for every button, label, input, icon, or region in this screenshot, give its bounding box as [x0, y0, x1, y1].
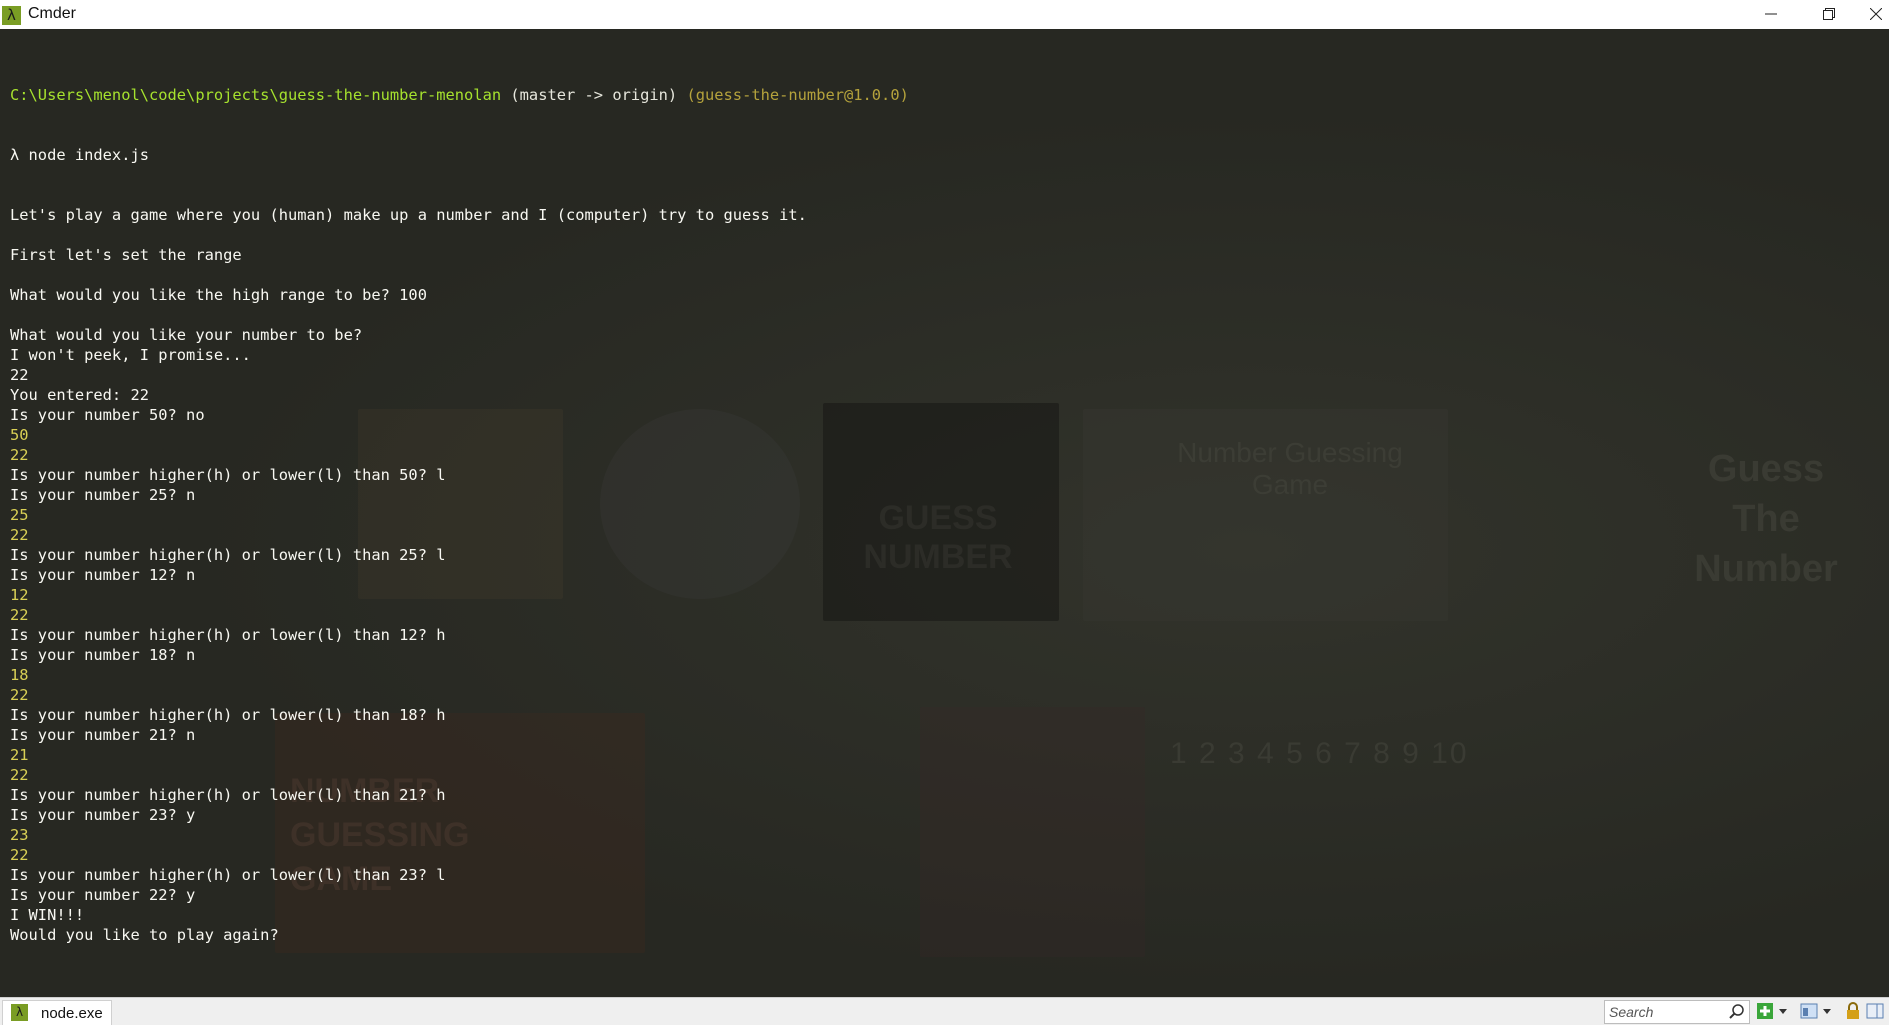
console-line: 21 — [10, 746, 29, 764]
tab-label: node.exe — [41, 1005, 103, 1022]
console-line: Is your number 23? y — [10, 806, 196, 824]
search-icon[interactable] — [1729, 1004, 1745, 1020]
background-text: 1 2 3 4 5 6 7 8 9 10 — [1170, 737, 1469, 770]
console-line: 22 — [10, 366, 29, 384]
console-line: 22 — [10, 686, 29, 704]
restore-icon — [1823, 8, 1835, 20]
layout-icon[interactable] — [1800, 1002, 1818, 1020]
console-line: Is your number 21? n — [10, 726, 196, 744]
lock-icon[interactable] — [1844, 1002, 1862, 1020]
console-line: Is your number 25? n — [10, 486, 196, 504]
console-line: You entered: 22 — [10, 386, 149, 404]
chevron-down-icon[interactable] — [1822, 1002, 1832, 1020]
console-line: Is your number higher(h) or lower(l) tha… — [10, 786, 446, 804]
console-line: Is your number 12? n — [10, 566, 196, 584]
console-tab[interactable]: λ node.exe — [2, 1000, 112, 1025]
prompt-branch: (master -> origin) — [510, 86, 678, 104]
console-line: 22 — [10, 446, 29, 464]
console-line: 25 — [10, 506, 29, 524]
restore-button[interactable] — [1800, 0, 1858, 29]
new-console-icon[interactable] — [1756, 1002, 1774, 1020]
command-line: λ node index.js — [10, 146, 149, 164]
console-line: 22 — [10, 526, 29, 544]
console-line: Is your number 22? y — [10, 886, 196, 904]
console-line: Is your number 18? n — [10, 646, 196, 664]
minimize-button[interactable] — [1742, 0, 1800, 29]
console-line: Is your number 50? no — [10, 406, 205, 424]
program-output: Let's play a game where you (human) make… — [10, 205, 909, 945]
minimize-icon — [1765, 13, 1777, 15]
console-line: Is your number higher(h) or lower(l) tha… — [10, 546, 446, 564]
prompt-path: C:\Users\menol\code\projects\guess-the-n… — [10, 86, 502, 104]
search-input[interactable] — [1609, 1002, 1721, 1021]
background-text: Number Guessing Game — [1177, 437, 1403, 500]
prompt-line: C:\Users\menol\code\projects\guess-the-n… — [10, 85, 909, 105]
close-icon — [1870, 8, 1882, 20]
console-line: 22 — [10, 606, 29, 624]
console-line: I WIN!!! — [10, 906, 85, 924]
console-line: First let's set the range — [10, 246, 242, 264]
console-area[interactable]: Guess The Number Number Guessing Game GU… — [0, 29, 1889, 997]
prompt-package: (guess-the-number@1.0.0) — [686, 86, 909, 104]
cmder-logo-icon: λ — [2, 6, 21, 25]
console-line: Is your number higher(h) or lower(l) tha… — [10, 626, 446, 644]
panel-icon[interactable] — [1866, 1002, 1884, 1020]
console-line: 22 — [10, 766, 29, 784]
console-line: What would you like the high range to be… — [10, 286, 427, 304]
console-line: What would you like your number to be? — [10, 326, 363, 344]
console-line: 22 — [10, 846, 29, 864]
console-line: Is your number higher(h) or lower(l) tha… — [10, 466, 446, 484]
cmder-tab-icon: λ — [11, 1004, 28, 1021]
console-line: 50 — [10, 426, 29, 444]
window-title: Cmder — [28, 5, 77, 22]
console-line: 12 — [10, 586, 29, 604]
background-text: Guess The Number — [1694, 448, 1838, 590]
console-line: Let's play a game where you (human) make… — [10, 206, 807, 224]
status-bar: λ node.exe — [0, 997, 1889, 1025]
console-line: Would you like to play again? — [10, 926, 279, 944]
title-bar: λ Cmder — [0, 0, 1889, 30]
chevron-down-icon[interactable] — [1778, 1002, 1788, 1020]
console-output: C:\Users\menol\code\projects\guess-the-n… — [10, 45, 909, 985]
console-line: 23 — [10, 826, 29, 844]
console-line: I won't peek, I promise... — [10, 346, 251, 364]
search-box[interactable] — [1604, 1000, 1750, 1024]
console-line: 18 — [10, 666, 29, 684]
background-thumbnail — [920, 707, 1145, 957]
console-line: Is your number higher(h) or lower(l) tha… — [10, 866, 446, 884]
console-line: Is your number higher(h) or lower(l) tha… — [10, 706, 446, 724]
close-button[interactable] — [1858, 0, 1889, 29]
